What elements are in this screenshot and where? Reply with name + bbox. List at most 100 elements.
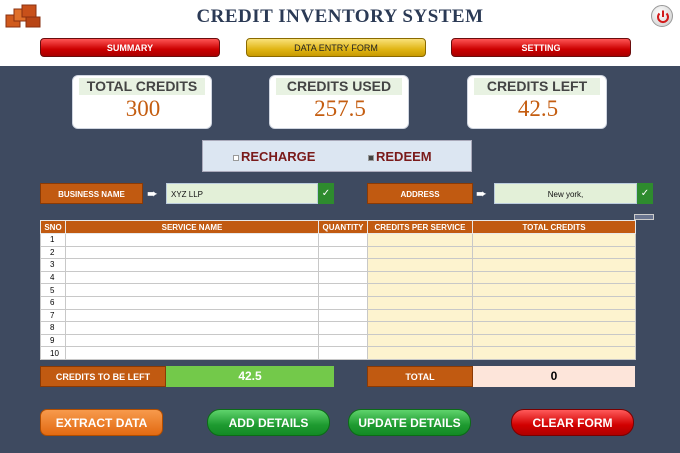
credits-to-be-left-label: CREDITS TO BE LEFT (40, 366, 166, 387)
header-total-credits: TOTAL CREDITS (472, 220, 636, 234)
expand-arrow-icon[interactable] (634, 214, 654, 220)
total-credits-value: 300 (125, 96, 161, 121)
clear-form-button[interactable]: CLEAR FORM (511, 409, 634, 436)
row-total-credits-cell (472, 321, 636, 335)
recharge-label: RECHARGE (241, 149, 316, 164)
row-credits-per-service-cell[interactable] (367, 321, 473, 335)
row-service-name-cell[interactable] (65, 346, 319, 360)
row-service-name-cell[interactable] (65, 270, 319, 285)
row-quantity-cell[interactable] (318, 346, 368, 360)
row-quantity-cell[interactable] (318, 308, 368, 323)
row-quantity-cell[interactable] (318, 270, 368, 285)
row-credits-per-service-cell[interactable] (367, 270, 473, 285)
table-row: 9 (40, 333, 636, 348)
summary-button[interactable]: SUMMARY (40, 38, 220, 57)
credits-used-label: CREDITS USED (276, 78, 402, 95)
redeem-label: REDEEM (376, 149, 432, 164)
total-label: TOTAL (367, 366, 473, 387)
row-credits-per-service-cell[interactable] (367, 333, 473, 348)
row-sno: 9 (40, 333, 66, 348)
table-row: 1 (40, 233, 636, 247)
total-value: 0 (473, 366, 635, 387)
row-credits-per-service-cell[interactable] (367, 233, 473, 247)
business-name-input[interactable]: XYZ LLP (166, 183, 318, 204)
table-row: 2 (40, 245, 636, 260)
table-row: 5 (40, 283, 636, 297)
row-total-credits-cell (472, 258, 636, 272)
header-quantity: QUANTITY (318, 220, 368, 234)
table-row: 6 (40, 295, 636, 310)
credits-left-card: CREDITS LEFT 42.5 (467, 75, 607, 129)
credits-used-card: CREDITS USED 257.5 (269, 75, 409, 129)
row-service-name-cell[interactable] (65, 333, 319, 348)
recharge-radio-dot[interactable] (233, 154, 239, 161)
business-name-check-icon[interactable]: ✓ (318, 183, 334, 204)
table-row: 4 (40, 270, 636, 285)
row-credits-per-service-cell[interactable] (367, 258, 473, 272)
row-total-credits-cell (472, 308, 636, 323)
business-name-label: BUSINESS NAME (40, 183, 143, 204)
row-service-name-cell[interactable] (65, 233, 319, 247)
update-details-button[interactable]: UPDATE DETAILS (348, 409, 471, 436)
row-sno: 2 (40, 245, 66, 260)
row-quantity-cell[interactable] (318, 283, 368, 297)
header-service-name: SERVICE NAME (65, 220, 319, 234)
mode-selector: RECHARGE REDEEM (202, 140, 472, 172)
credits-to-be-left-value: 42.5 (166, 366, 334, 387)
row-total-credits-cell (472, 346, 636, 360)
row-credits-per-service-cell[interactable] (367, 245, 473, 260)
row-service-name-cell[interactable] (65, 245, 319, 260)
row-credits-per-service-cell[interactable] (367, 308, 473, 323)
credits-used-value: 257.5 (314, 96, 366, 121)
row-service-name-cell[interactable] (65, 258, 319, 272)
address-check-icon[interactable]: ✓ (637, 183, 653, 204)
redeem-radio[interactable]: REDEEM (368, 149, 432, 164)
table-header-row: SNO SERVICE NAME QUANTITY CREDITS PER SE… (40, 220, 636, 234)
header-credits-per-service: CREDITS PER SERVICE (367, 220, 473, 234)
row-sno: 3 (40, 258, 66, 272)
extract-data-button[interactable]: EXTRACT DATA (40, 409, 163, 436)
row-service-name-cell[interactable] (65, 283, 319, 297)
arrow-right-icon: ➨ (476, 186, 487, 201)
row-service-name-cell[interactable] (65, 295, 319, 310)
row-sno: 1 (40, 233, 66, 247)
row-total-credits-cell (472, 333, 636, 348)
table-row: 10 (40, 346, 636, 360)
table-row: 8 (40, 321, 636, 335)
row-credits-per-service-cell[interactable] (367, 283, 473, 297)
row-credits-per-service-cell[interactable] (367, 295, 473, 310)
power-icon[interactable] (651, 5, 673, 27)
table-row: 7 (40, 308, 636, 323)
address-input[interactable]: New york, (494, 183, 637, 204)
row-quantity-cell[interactable] (318, 245, 368, 260)
add-details-button[interactable]: ADD DETAILS (207, 409, 330, 436)
row-quantity-cell[interactable] (318, 295, 368, 310)
redeem-radio-dot[interactable] (368, 154, 374, 161)
credits-left-label: CREDITS LEFT (474, 78, 600, 95)
row-total-credits-cell (472, 245, 636, 260)
row-sno: 8 (40, 321, 66, 335)
row-sno: 6 (40, 295, 66, 310)
row-quantity-cell[interactable] (318, 233, 368, 247)
arrow-right-icon: ➨ (147, 186, 158, 201)
table-row: 3 (40, 258, 636, 272)
page-title: CREDIT INVENTORY SYSTEM (196, 6, 484, 27)
recharge-radio[interactable]: RECHARGE (233, 149, 315, 164)
row-quantity-cell[interactable] (318, 258, 368, 272)
row-service-name-cell[interactable] (65, 308, 319, 323)
header-bar: CREDIT INVENTORY SYSTEM SUMMARY DATA ENT… (0, 0, 680, 66)
address-label: ADDRESS (367, 183, 473, 204)
row-quantity-cell[interactable] (318, 321, 368, 335)
row-total-credits-cell (472, 233, 636, 247)
row-sno: 7 (40, 308, 66, 323)
setting-button[interactable]: SETTING (451, 38, 631, 57)
row-service-name-cell[interactable] (65, 321, 319, 335)
row-sno: 10 (40, 346, 66, 360)
header-sno: SNO (40, 220, 66, 234)
data-entry-form-button[interactable]: DATA ENTRY FORM (246, 38, 426, 57)
row-total-credits-cell (472, 270, 636, 285)
row-quantity-cell[interactable] (318, 333, 368, 348)
row-total-credits-cell (472, 295, 636, 310)
total-credits-label: TOTAL CREDITS (79, 78, 205, 95)
row-credits-per-service-cell[interactable] (367, 346, 473, 360)
